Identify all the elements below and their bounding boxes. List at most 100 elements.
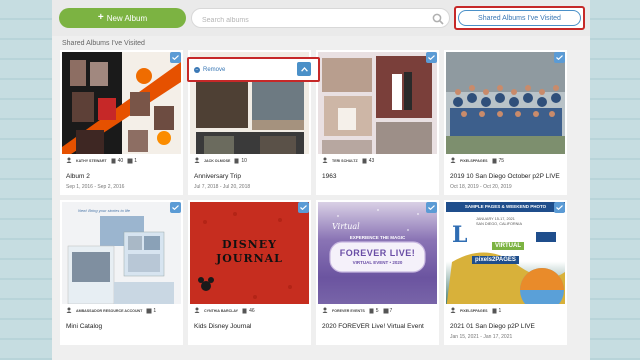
album-thumbnail[interactable]: Virtual EXPERIENCE THE MAGIC FOREVER LIV… <box>318 202 437 310</box>
album-card[interactable]: TERI SCHULTZ 43 1963 <box>316 50 439 195</box>
thumbnail-tagline: EXPERIENCE THE MAGIC <box>349 235 406 240</box>
pages-icon <box>369 308 374 314</box>
album-title[interactable]: Mini Catalog <box>66 323 102 330</box>
thumbnail-virtual-word: Virtual <box>332 222 360 231</box>
album-card[interactable]: KATHY STEWART 40 1 Album 2 Sep 1, 2016 -… <box>60 50 183 195</box>
album-meta: PIXELSPPAGES 1 <box>446 304 565 318</box>
album-thumbnail[interactable] <box>318 52 437 160</box>
pages-icon <box>362 158 367 164</box>
album-meta: FOREVER EVENTS 5 7 <box>318 304 437 318</box>
album-dates: Jan 15, 2021 - Jan 17, 2021 <box>450 334 513 340</box>
album-card[interactable]: New! Bring your stories to life AMBASSAD… <box>60 200 183 345</box>
shared-albums-tab-highlight: Shared Albums I've Visited <box>454 6 585 30</box>
page-count: 43 <box>362 158 374 164</box>
search-icon[interactable] <box>432 12 444 30</box>
album-thumbnail[interactable]: DISNEY JOURNAL <box>190 202 309 310</box>
photo-icon <box>383 308 389 314</box>
album-dates: Oct 18, 2019 - Oct 20, 2019 <box>450 184 512 190</box>
user-icon <box>450 307 456 315</box>
chevron-up-icon <box>300 66 308 72</box>
album-title[interactable]: 1963 <box>322 173 336 180</box>
album-dates: Jul 7, 2018 - Jul 20, 2018 <box>194 184 251 190</box>
thumbnail-dates: JANUARY 15-17, 2021 <box>476 217 515 221</box>
album-thumbnail[interactable] <box>62 52 181 160</box>
albums-panel: + New Album Shared Albums I've Visited S… <box>52 0 590 360</box>
album-owner: PIXELSPPAGES <box>460 309 488 313</box>
select-checkbox[interactable] <box>426 52 437 63</box>
shared-albums-button[interactable]: Shared Albums I've Visited <box>458 10 581 26</box>
album-meta: PIXELSPPAGES 75 <box>446 154 565 168</box>
page-count: 5 <box>369 308 379 314</box>
album-meta: TERI SCHULTZ 43 <box>318 154 437 168</box>
user-icon <box>66 307 72 315</box>
page-count: 46 <box>242 308 255 314</box>
album-card[interactable]: Virtual EXPERIENCE THE MAGIC FOREVER LIV… <box>316 200 439 345</box>
user-icon <box>322 307 328 315</box>
select-checkbox[interactable] <box>170 52 181 63</box>
remove-icon[interactable]: − <box>194 66 200 73</box>
thumbnail-event-title: FOREVER LIVE! <box>339 248 416 258</box>
album-meta: AMBASSADOR RESOURCE ACCOUNT 1 <box>62 304 181 318</box>
thumbnail-virtual-badge: VIRTUAL <box>492 242 524 250</box>
album-card[interactable]: SAMPLE PAGES & WEEKEND PHOTO JANUARY 15-… <box>444 200 567 345</box>
page-count: 10 <box>234 158 247 164</box>
remove-link[interactable]: Remove <box>203 67 225 73</box>
album-meta: CYNTHIA BARCLAY 46 <box>190 304 309 318</box>
collapse-button[interactable] <box>297 62 311 76</box>
album-owner: CYNTHIA BARCLAY <box>204 309 239 313</box>
user-icon <box>450 157 456 165</box>
album-owner: AMBASSADOR RESOURCE ACCOUNT <box>76 309 143 313</box>
album-card[interactable]: DISNEY JOURNAL CYNTHIA BARCLAY 46 Kids D… <box>188 200 311 345</box>
user-icon <box>322 157 328 165</box>
album-thumbnail[interactable]: New! Bring your stories to life <box>62 202 181 310</box>
photo-icon <box>146 308 152 314</box>
album-owner: KATHY STEWART <box>76 159 107 163</box>
album-title[interactable]: Kids Disney Journal <box>194 323 251 330</box>
new-album-button[interactable]: + New Album <box>59 8 186 28</box>
thumbnail-script-text: New! Bring your stories to life <box>78 208 131 213</box>
album-owner: PIXELSPPAGES <box>460 159 488 163</box>
select-checkbox[interactable] <box>426 202 437 213</box>
photo-count: 1 <box>127 158 137 164</box>
pages-icon <box>111 158 116 164</box>
page-count: 1 <box>492 308 501 314</box>
album-title[interactable]: Album 2 <box>66 173 90 180</box>
toolbar: + New Album Shared Albums I've Visited <box>52 0 590 36</box>
album-title[interactable]: 2021 01 San Diego p2P LIVE <box>450 323 535 330</box>
album-dates: Sep 1, 2016 - Sep 2, 2016 <box>66 184 125 190</box>
thumbnail-event-subtitle: VIRTUAL EVENT • 2020 <box>352 260 403 265</box>
thumbnail-title-line1: DISNEY <box>222 238 277 251</box>
album-title[interactable]: 2019 10 San Diego October p2P LIVE <box>450 173 560 180</box>
pages-icon <box>492 158 496 164</box>
select-checkbox[interactable] <box>554 202 565 213</box>
album-title[interactable]: 2020 FOREVER Live! Virtual Event <box>322 323 424 330</box>
select-checkbox[interactable] <box>170 202 181 213</box>
album-owner: TERI SCHULTZ <box>332 159 358 163</box>
photo-count: 7 <box>383 308 392 314</box>
select-checkbox[interactable] <box>554 52 565 63</box>
thumbnail-title-line2: JOURNAL <box>216 252 283 265</box>
album-title[interactable]: Anniversary Trip <box>194 173 241 180</box>
search-input[interactable] <box>192 11 422 30</box>
album-meta: JACK OLMOSE 10 <box>190 154 309 168</box>
photo-icon <box>127 158 133 164</box>
album-card[interactable]: PIXELSPPAGES 75 2019 10 San Diego Octobe… <box>444 50 567 195</box>
album-owner: JACK OLMOSE <box>204 159 231 163</box>
album-thumbnail[interactable]: SAMPLE PAGES & WEEKEND PHOTO JANUARY 15-… <box>446 202 565 310</box>
album-thumbnail[interactable] <box>446 52 565 160</box>
album-meta: KATHY STEWART 40 1 <box>62 154 181 168</box>
user-icon <box>194 307 200 315</box>
pages-icon <box>234 158 239 164</box>
pages-icon <box>242 308 247 314</box>
remove-bar-highlight: − Remove <box>187 57 320 82</box>
photo-count: 1 <box>146 308 156 314</box>
thumbnail-brand: pixels2PAGES <box>472 256 519 264</box>
remove-bar: − Remove <box>189 59 318 80</box>
page-count: 75 <box>492 158 504 164</box>
plus-icon: + <box>97 12 104 23</box>
search-box[interactable] <box>191 8 450 30</box>
user-icon <box>66 157 72 165</box>
user-icon <box>194 157 200 165</box>
thumbnail-initial: L <box>452 222 468 248</box>
select-checkbox[interactable] <box>298 202 309 213</box>
